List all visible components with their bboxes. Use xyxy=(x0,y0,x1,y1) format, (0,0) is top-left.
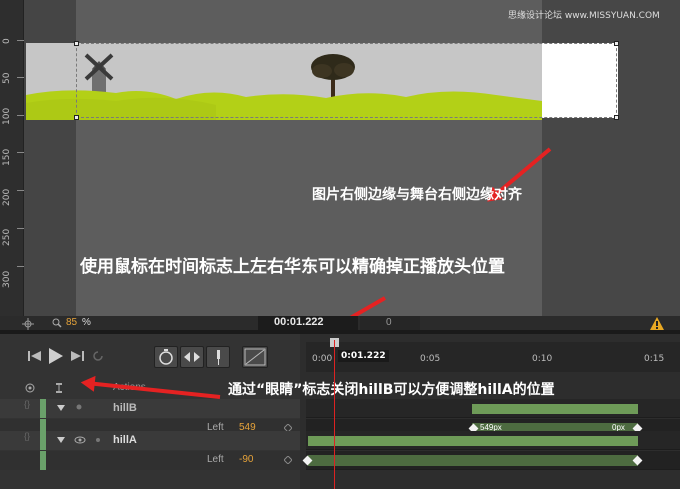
timecode-display[interactable]: 00:01.222 xyxy=(258,316,358,330)
transition-bar[interactable] xyxy=(308,455,638,466)
pin-button[interactable] xyxy=(206,346,230,368)
visibility-all-icon[interactable] xyxy=(24,382,36,394)
track-hillA[interactable] xyxy=(306,431,680,450)
warning-icon[interactable] xyxy=(650,317,664,330)
resize-handle[interactable] xyxy=(74,115,79,120)
ruler-tick: 150 xyxy=(2,148,12,166)
crosshair-icon[interactable] xyxy=(22,318,34,330)
chevron-down-icon[interactable] xyxy=(57,405,65,411)
visibility-dot-icon[interactable] xyxy=(76,404,82,410)
layer-name[interactable]: hillA xyxy=(113,434,137,446)
stopwatch-icon xyxy=(159,349,173,365)
resize-handle[interactable] xyxy=(614,41,619,46)
layer-name[interactable]: hillB xyxy=(113,402,137,414)
animation-bar[interactable] xyxy=(472,404,638,414)
easing-button[interactable] xyxy=(180,346,204,368)
property-value[interactable]: -90 xyxy=(239,454,253,465)
property-row-hillA-left[interactable]: Left -90 xyxy=(0,451,300,470)
playhead-line[interactable] xyxy=(334,340,335,489)
track-hillB[interactable] xyxy=(306,399,680,418)
ruler-label: 0:15 xyxy=(644,354,665,364)
ruler-tick: 200 xyxy=(2,188,12,206)
layer-color-tag xyxy=(40,399,46,418)
track-hillA-left[interactable] xyxy=(302,451,680,470)
ruler-label: 0:10 xyxy=(532,354,553,364)
resize-handle[interactable] xyxy=(614,115,619,120)
keyframe-diamond-icon[interactable] xyxy=(284,456,292,464)
lock-all-icon[interactable] xyxy=(54,382,64,394)
annotation-stage-edge: 图片右侧边缘与舞台右侧边缘对齐 xyxy=(312,187,522,203)
ruler-tick: 100 xyxy=(2,107,12,125)
chevron-down-icon[interactable] xyxy=(57,437,65,443)
annotation-eye-toggle: 通过“眼睛”标志关闭hillB可以方便调整hillA的位置 xyxy=(228,382,555,398)
timecode-value: 00:01.222 xyxy=(274,316,324,328)
ruler-tick: 300 xyxy=(2,270,12,288)
resize-handle[interactable] xyxy=(74,41,79,46)
zoom-unit: % xyxy=(82,317,91,328)
watermark-text: 思缘设计论坛 www.MISSYUAN.COM xyxy=(508,11,660,21)
time-secondary-value: 0 xyxy=(386,317,392,328)
layer-row-hillB[interactable]: hillB xyxy=(0,399,300,418)
selection-bounds[interactable] xyxy=(74,41,619,120)
layer-gutter: {} {} xyxy=(24,399,31,441)
ruler-label: 0:05 xyxy=(420,354,441,364)
annotation-time-marker: 使用鼠标在时间标志上左右华东可以精确掉正播放头位置 xyxy=(80,257,505,277)
vertical-ruler: 0 50 100 150 200 250 300 xyxy=(0,0,24,316)
eye-icon[interactable] xyxy=(74,435,86,445)
graph-icon xyxy=(244,348,266,366)
skip-forward-icon[interactable] xyxy=(70,350,84,362)
zoom-value[interactable]: 85 xyxy=(66,317,77,328)
animation-bar[interactable] xyxy=(308,436,638,446)
time-secondary-field[interactable]: 0 xyxy=(360,316,420,330)
property-label: Left xyxy=(207,454,224,465)
zoom-icon[interactable] xyxy=(52,318,62,328)
layer-color-tag xyxy=(40,451,46,470)
skip-back-icon[interactable] xyxy=(28,350,42,362)
ruler-tick: 50 xyxy=(2,72,12,84)
ruler-tick: 0 xyxy=(2,38,12,44)
ruler-tick: 250 xyxy=(2,228,12,246)
graph-button[interactable] xyxy=(242,346,268,368)
play-icon[interactable] xyxy=(48,347,64,365)
layer-color-tag xyxy=(40,431,46,450)
lock-dot-icon[interactable] xyxy=(95,437,101,443)
layer-row-hillA[interactable]: hillA xyxy=(0,431,300,450)
easing-icon xyxy=(184,352,200,362)
status-bar: 85 % 00:01.222 0 xyxy=(0,316,680,330)
playhead-label: 0:01.222 xyxy=(338,350,389,362)
ruler-label: 0:00 xyxy=(312,354,333,364)
stopwatch-button[interactable] xyxy=(154,346,178,368)
loop-icon[interactable] xyxy=(92,351,104,361)
pin-icon xyxy=(217,350,220,365)
